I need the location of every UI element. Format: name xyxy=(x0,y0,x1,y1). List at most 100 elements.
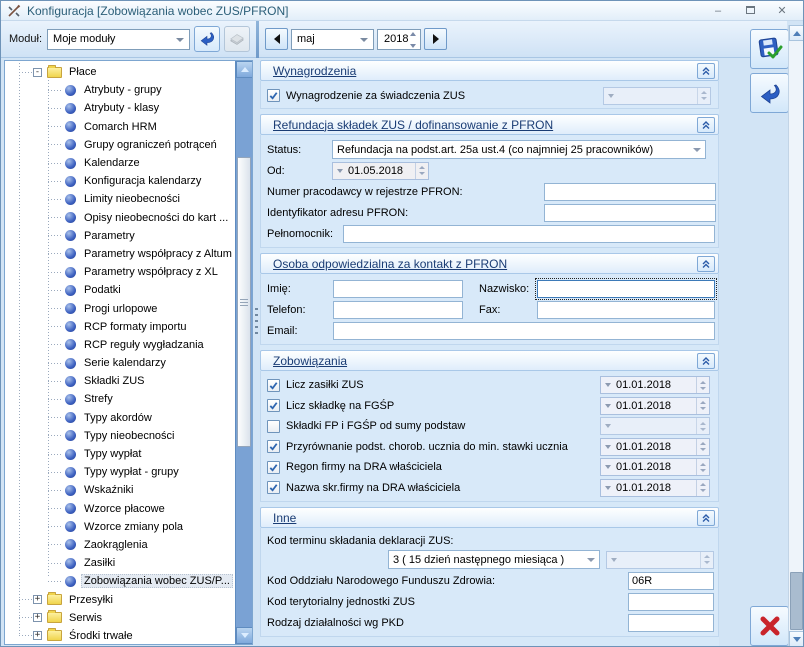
date-picker[interactable]: 01.01.2018 xyxy=(600,458,710,476)
date-picker[interactable]: 01.01.2018 xyxy=(600,376,710,394)
collapse-section-button[interactable] xyxy=(697,510,715,526)
collapse-section-button[interactable] xyxy=(697,63,715,79)
date-picker[interactable]: 01.01.2018 xyxy=(600,479,710,497)
year-stepper[interactable]: 2018 xyxy=(377,29,421,50)
expand-box[interactable]: + xyxy=(33,595,42,604)
checkbox-zobowiazania-3[interactable] xyxy=(267,440,280,453)
email-field[interactable] xyxy=(333,322,715,340)
tree-item-rcp-regu-y-wyg-adzania[interactable]: RCP reguły wygładzania xyxy=(5,336,235,354)
inne-field-0[interactable] xyxy=(628,572,714,590)
scroll-up-button[interactable] xyxy=(789,25,804,41)
date-spinner[interactable] xyxy=(696,480,709,496)
tree-item-podatki[interactable]: Podatki xyxy=(5,281,235,299)
tree-item-atrybuty-klasy[interactable]: Atrybuty - klasy xyxy=(5,99,235,117)
date-spinner[interactable] xyxy=(696,439,709,455)
panel-splitter[interactable] xyxy=(253,60,260,645)
scroll-down-button[interactable] xyxy=(789,631,804,647)
fax-field[interactable] xyxy=(537,301,715,319)
checkbox-zobowiazania-2[interactable] xyxy=(267,420,280,433)
tree-item-wzorce-zmiany-pola[interactable]: Wzorce zmiany pola xyxy=(5,518,235,536)
scroll-down-button[interactable] xyxy=(236,627,253,644)
section-title-link[interactable]: Zobowiązania xyxy=(273,354,347,368)
tree-scrollbar[interactable] xyxy=(235,61,252,644)
tree-item-typy-nieobecno-ci[interactable]: Typy nieobecności xyxy=(5,427,235,445)
chevron-down-icon[interactable] xyxy=(601,486,614,490)
prev-month-button[interactable] xyxy=(265,28,288,50)
month-select[interactable]: maj xyxy=(291,29,374,50)
tree-item-zobowi-zania-wobec-zus-p[interactable]: Zobowiązania wobec ZUS/P... xyxy=(5,572,235,590)
tree-item-typy-wyp-at[interactable]: Typy wypłat xyxy=(5,445,235,463)
tree-branch--rodki-trwa-e[interactable]: +Środki trwałe xyxy=(5,627,235,644)
tree-item-parametry-wsp-pracy-z-altum[interactable]: Parametry współpracy z Altum xyxy=(5,245,235,263)
tree-branch-przesy-ki[interactable]: +Przesyłki xyxy=(5,590,235,608)
expand-box[interactable]: + xyxy=(33,613,42,622)
close-button[interactable]: ✕ xyxy=(775,2,789,20)
field-input-2[interactable] xyxy=(343,225,715,243)
date-spinner[interactable] xyxy=(696,398,709,414)
save-button[interactable] xyxy=(750,29,789,69)
telefon-field[interactable] xyxy=(333,301,463,319)
tree-item-zasi-ki[interactable]: Zasiłki xyxy=(5,554,235,572)
tree-branch-serwis[interactable]: +Serwis xyxy=(5,609,235,627)
scroll-up-button[interactable] xyxy=(236,61,253,78)
collapse-box[interactable]: - xyxy=(33,68,42,77)
section-title-link[interactable]: Wynagrodzenia xyxy=(273,64,356,78)
tree-item-comarch-hrm[interactable]: Comarch HRM xyxy=(5,118,235,136)
collapse-section-button[interactable] xyxy=(697,117,715,133)
form-scrollbar-thumb[interactable] xyxy=(790,572,803,630)
form-scrollbar[interactable] xyxy=(788,25,804,647)
kod-terminu-select[interactable]: 3 ( 15 dzień następnego miesiąca ) xyxy=(388,550,600,569)
tree-item-serie-kalendarzy[interactable]: Serie kalendarzy xyxy=(5,354,235,372)
tree-item-typy-wyp-at-grupy[interactable]: Typy wypłat - grupy xyxy=(5,463,235,481)
tree-item-konfiguracja-kalendarzy[interactable]: Konfiguracja kalendarzy xyxy=(5,172,235,190)
collapse-section-button[interactable] xyxy=(697,353,715,369)
section-title-link[interactable]: Inne xyxy=(273,511,296,525)
checkbox-zobowiazania-4[interactable] xyxy=(267,461,280,474)
tree-scrollbar-thumb[interactable] xyxy=(237,157,251,447)
section-title-link[interactable]: Osoba odpowiedzialna za kontakt z PFRON xyxy=(273,257,507,271)
date-picker[interactable]: 01.01.2018 xyxy=(600,438,710,456)
tree-item-rcp-formaty-importu[interactable]: RCP formaty importu xyxy=(5,318,235,336)
tree-item-atrybuty-grupy[interactable]: Atrybuty - grupy xyxy=(5,81,235,99)
chevron-down-icon[interactable] xyxy=(601,465,614,469)
module-switch-button[interactable] xyxy=(194,26,220,52)
tree-item-sk-adki-zus[interactable]: Składki ZUS xyxy=(5,372,235,390)
cancel-button[interactable] xyxy=(750,606,789,646)
section-title-link[interactable]: Refundacja składek ZUS / dofinansowanie … xyxy=(273,118,553,132)
checkbox-zobowiazania-0[interactable] xyxy=(267,379,280,392)
year-spinner-arrows[interactable] xyxy=(407,32,418,48)
maximize-button[interactable] xyxy=(743,2,757,20)
tree-item-parametry-wsp-pracy-z-xl[interactable]: Parametry współpracy z XL xyxy=(5,263,235,281)
tree-item-grupy-ogranicze-potr-ce[interactable]: Grupy ograniczeń potrąceń xyxy=(5,136,235,154)
chevron-down-icon[interactable] xyxy=(333,169,346,173)
od-date-picker[interactable]: 01.05.2018 xyxy=(332,162,429,180)
date-spinner[interactable] xyxy=(415,163,428,179)
tree-item-wska-niki[interactable]: Wskaźniki xyxy=(5,481,235,499)
tree-item-limity-nieobecno-ci[interactable]: Limity nieobecności xyxy=(5,190,235,208)
date-picker[interactable]: 01.01.2018 xyxy=(600,397,710,415)
tree-item-kalendarze[interactable]: Kalendarze xyxy=(5,154,235,172)
checkbox-zobowiazania-5[interactable] xyxy=(267,481,280,494)
chevron-down-icon[interactable] xyxy=(601,404,614,408)
tree-item-zaokr-glenia[interactable]: Zaokrąglenia xyxy=(5,536,235,554)
tree-item-typy-akord-w[interactable]: Typy akordów xyxy=(5,409,235,427)
tree-branch-place[interactable]: -Płace xyxy=(5,63,235,81)
tree-item-progi-urlopowe[interactable]: Progi urlopowe xyxy=(5,299,235,317)
tree-item-strefy[interactable]: Strefy xyxy=(5,390,235,408)
tree-item-opisy-nieobecno-ci-do-kart[interactable]: Opisy nieobecności do kart ... xyxy=(5,209,235,227)
nazwisko-field[interactable] xyxy=(537,280,715,298)
collapse-section-button[interactable] xyxy=(697,256,715,272)
module-select[interactable]: Moje moduły xyxy=(47,29,190,50)
field-input-1[interactable] xyxy=(544,204,716,222)
checkbox-zobowiazania-1[interactable] xyxy=(267,399,280,412)
status-select[interactable]: Refundacja na podst.art. 25a ust.4 (co n… xyxy=(332,140,706,159)
inne-field-2[interactable] xyxy=(628,614,714,632)
date-spinner[interactable] xyxy=(696,459,709,475)
chevron-down-icon[interactable] xyxy=(601,445,614,449)
field-input-0[interactable] xyxy=(544,183,716,201)
checkbox-wynagrodzenie-zus[interactable] xyxy=(267,89,280,102)
imie-field[interactable] xyxy=(333,280,463,298)
date-spinner[interactable] xyxy=(696,377,709,393)
chevron-down-icon[interactable] xyxy=(601,383,614,387)
next-month-button[interactable] xyxy=(424,28,447,50)
